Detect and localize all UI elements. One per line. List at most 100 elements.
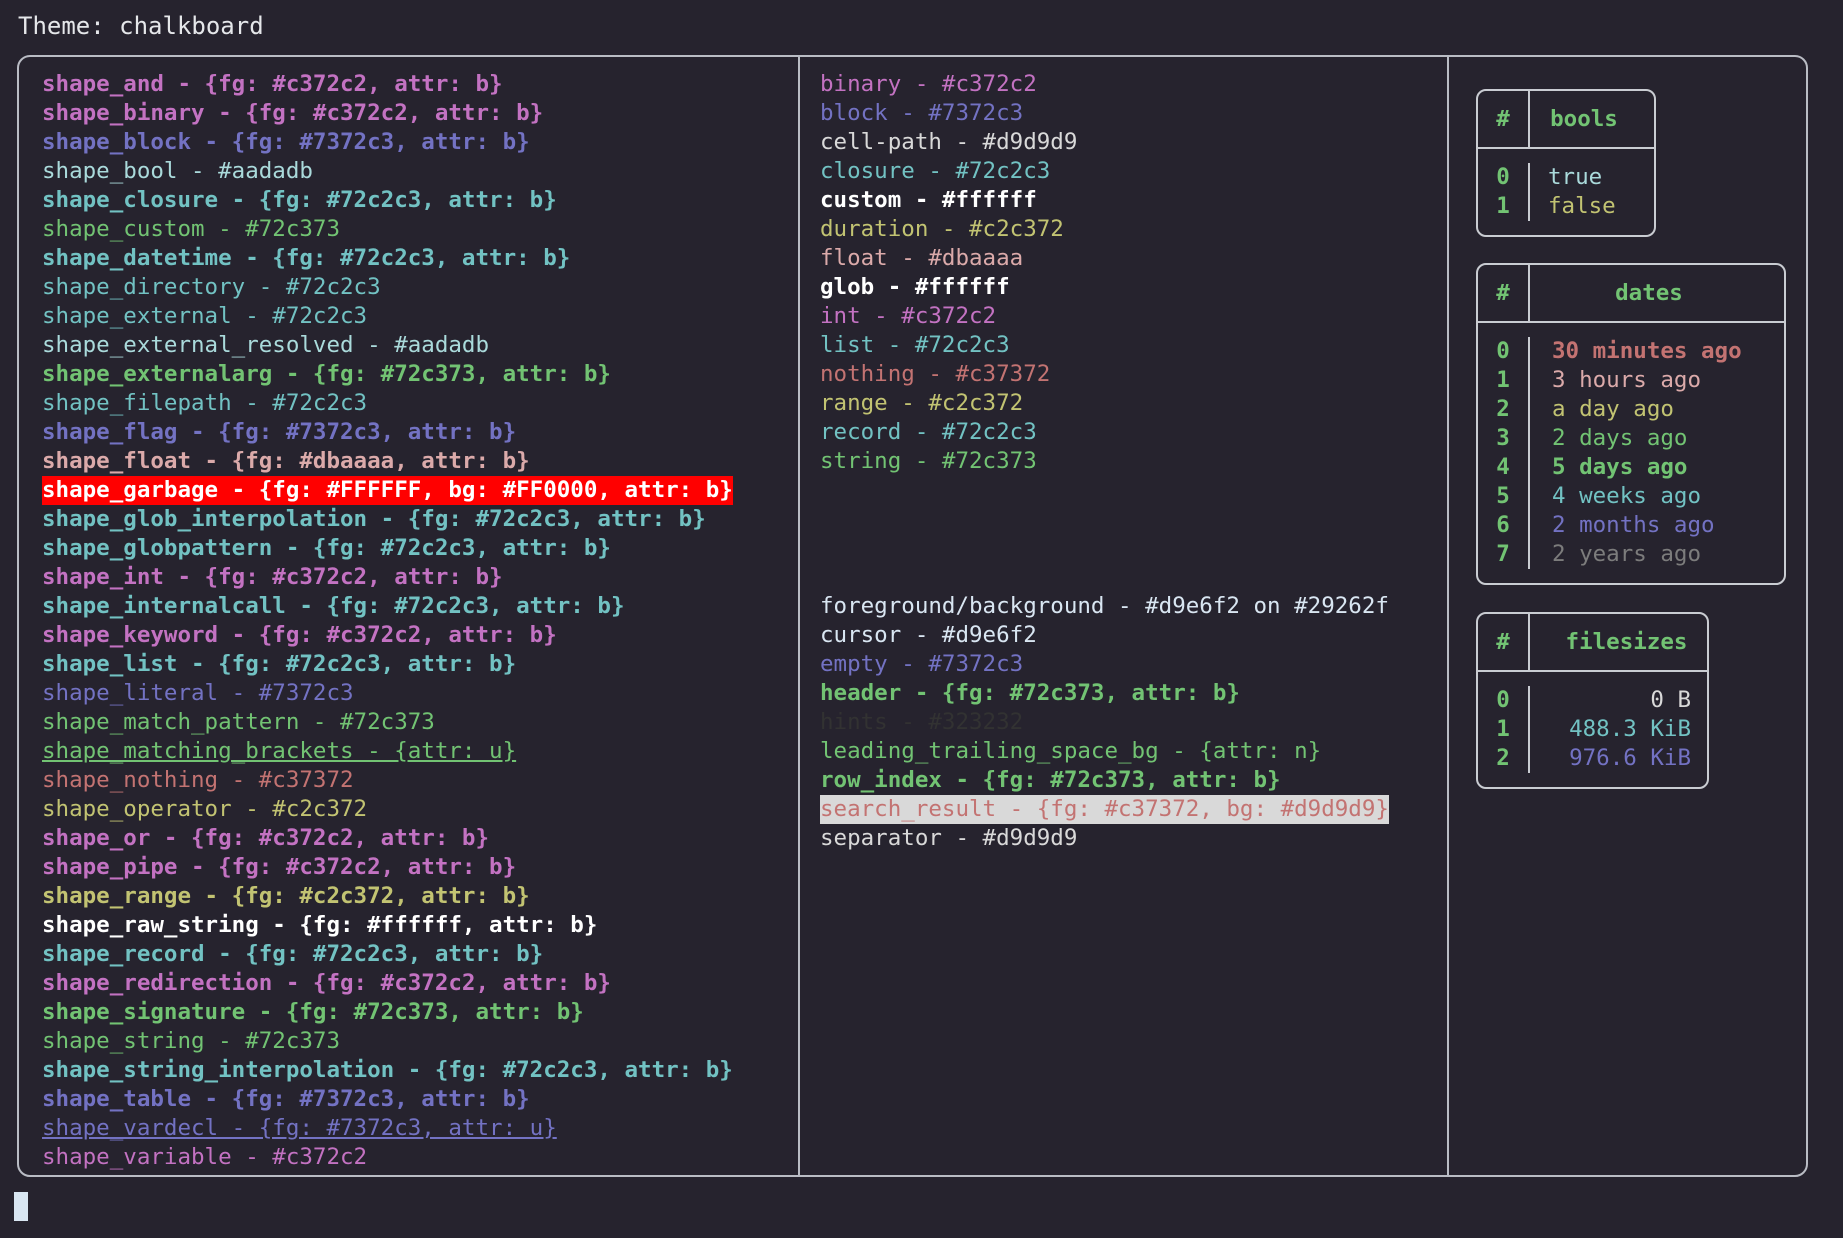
cell-index: 2 [1478, 744, 1530, 773]
shape-row: shape_variable - #c372c2 [42, 1144, 368, 1170]
ui-element-row: hints - #323232 [820, 709, 1024, 735]
type-row: int - #c372c2 [820, 303, 997, 329]
table-header-row: # bools [1478, 91, 1654, 149]
type-line: float - #dbaaaa [820, 244, 1077, 273]
ui-element-line: separator - #d9d9d9 [820, 824, 1389, 853]
ui-element-line: empty - #7372c3 [820, 650, 1389, 679]
panel-divider-1 [798, 57, 800, 1175]
shape-row: shape_signature - {fg: #72c373, attr: b} [42, 999, 584, 1025]
table-body: 0 30 minutes ago 1 3 hours ago 2 a day ago 3 2 … [1478, 323, 1784, 583]
ui-element-row: search_result - {fg: #c37372, bg: #d9d9d… [820, 795, 1389, 824]
shape-row: shape_record - {fg: #72c2c3, attr: b} [42, 941, 544, 967]
ui-element-row: cursor - #d9e6f2 [820, 622, 1037, 648]
table-row: 1 3 hours ago [1478, 366, 1784, 395]
shape-line: shape_int - {fg: #c372c2, attr: b} [42, 563, 733, 592]
shape-row: shape_string - #72c373 [42, 1028, 341, 1054]
type-row: duration - #c2c372 [820, 216, 1064, 242]
type-line: glob - #ffffff [820, 273, 1077, 302]
type-row: record - #72c2c3 [820, 419, 1037, 445]
shape-row: shape_flag - {fg: #7372c3, attr: b} [42, 419, 517, 445]
type-line: custom - #ffffff [820, 186, 1077, 215]
shape-line: shape_float - {fg: #dbaaaa, attr: b} [42, 447, 733, 476]
ui-element-row: leading_trailing_space_bg - {attr: n} [820, 738, 1322, 764]
table-row: 4 5 days ago [1478, 453, 1784, 482]
shape-line: shape_filepath - #72c2c3 [42, 389, 733, 418]
column-header-index: # [1478, 265, 1530, 321]
shape-line: shape_match_pattern - #72c373 [42, 708, 733, 737]
table-row: 1 false [1478, 192, 1654, 221]
shape-line: shape_and - {fg: #c372c2, attr: b} [42, 70, 733, 99]
ui-element-line: header - {fg: #72c373, attr: b} [820, 679, 1389, 708]
types-column: binary - #c372c2 block - #7372c3 cell-path… [820, 70, 1077, 476]
shape-line: shape_string - #72c373 [42, 1027, 733, 1056]
shape-line: shape_binary - {fg: #c372c2, attr: b} [42, 99, 733, 128]
shape-row: shape_bool - #aadadb [42, 158, 313, 184]
shape-line: shape_list - {fg: #72c2c3, attr: b} [42, 650, 733, 679]
cell-index: 1 [1478, 715, 1530, 744]
shape-line: shape_custom - #72c373 [42, 215, 733, 244]
shape-line: shape_table - {fg: #7372c3, attr: b} [42, 1085, 733, 1114]
terminal-screen: Theme: chalkboard shape_and - {fg: #c372… [0, 0, 1843, 1238]
cell-index: 1 [1478, 192, 1530, 221]
table-dates: # dates 0 30 minutes ago 1 3 hours ago 2 a day … [1476, 263, 1786, 585]
shapes-column: shape_and - {fg: #c372c2, attr: b} shape_… [42, 70, 733, 1172]
cell-index: 2 [1478, 395, 1530, 424]
column-header-index: # [1478, 614, 1530, 670]
shape-row: shape_externalarg - {fg: #72c373, attr: … [42, 361, 611, 387]
shape-line: shape_bool - #aadadb [42, 157, 733, 186]
table-header-row: # dates [1478, 265, 1784, 323]
type-row: closure - #72c2c3 [820, 158, 1051, 184]
table-row: 3 2 days ago [1478, 424, 1784, 453]
shape-line: shape_variable - #c372c2 [42, 1143, 733, 1172]
shape-line: shape_raw_string - {fg: #ffffff, attr: b… [42, 911, 733, 940]
shape-row: shape_and - {fg: #c372c2, attr: b} [42, 71, 503, 97]
type-row: float - #dbaaaa [820, 245, 1024, 271]
cell-index: 5 [1478, 482, 1530, 511]
type-line: string - #72c373 [820, 447, 1077, 476]
cell-index: 7 [1478, 540, 1530, 569]
ui-element-line: foreground/background - #d9e6f2 on #2926… [820, 592, 1389, 621]
shape-row: shape_float - {fg: #dbaaaa, attr: b} [42, 448, 530, 474]
table-filesizes: # filesizes 0 0 B 1 488.3 KiB 2 976.6 KiB [1476, 612, 1709, 789]
shape-row: shape_internalcall - {fg: #72c2c3, attr:… [42, 593, 625, 619]
table-row: 0 30 minutes ago [1478, 337, 1784, 366]
table-row: 5 4 weeks ago [1478, 482, 1784, 511]
shape-row: shape_filepath - #72c2c3 [42, 390, 368, 416]
type-line: record - #72c2c3 [820, 418, 1077, 447]
table-row: 2 976.6 KiB [1478, 744, 1707, 773]
cell-value: a day ago [1552, 396, 1674, 422]
shape-row: shape_garbage - {fg: #FFFFFF, bg: #FF000… [42, 476, 733, 505]
type-row: custom - #ffffff [820, 187, 1037, 213]
type-row: glob - #ffffff [820, 274, 1010, 300]
shape-row: shape_external_resolved - #aadadb [42, 332, 490, 358]
cell-value: 2 years ago [1552, 541, 1702, 567]
shape-line: shape_operator - #c2c372 [42, 795, 733, 824]
cell-index: 1 [1478, 366, 1530, 395]
ui-element-row: separator - #d9d9d9 [820, 825, 1078, 851]
shape-row: shape_list - {fg: #72c2c3, attr: b} [42, 651, 517, 677]
type-line: int - #c372c2 [820, 302, 1077, 331]
shape-row: shape_keyword - {fg: #c372c2, attr: b} [42, 622, 557, 648]
column-header-value: filesizes [1565, 628, 1688, 655]
shape-line: shape_nothing - #c37372 [42, 766, 733, 795]
shape-row: shape_redirection - {fg: #c372c2, attr: … [42, 970, 611, 996]
shape-line: shape_flag - {fg: #7372c3, attr: b} [42, 418, 733, 447]
cell-value: false [1548, 193, 1616, 219]
shape-row: shape_match_pattern - #72c373 [42, 709, 435, 735]
shape-row: shape_closure - {fg: #72c2c3, attr: b} [42, 187, 557, 213]
cell-value: true [1548, 164, 1603, 190]
shape-line: shape_garbage - {fg: #FFFFFF, bg: #FF000… [42, 476, 733, 505]
type-line: closure - #72c2c3 [820, 157, 1077, 186]
shape-line: shape_external_resolved - #aadadb [42, 331, 733, 360]
shape-line: shape_directory - #72c2c3 [42, 273, 733, 302]
cell-index: 6 [1478, 511, 1530, 540]
ui-element-row: empty - #7372c3 [820, 651, 1024, 677]
shape-line: shape_closure - {fg: #72c2c3, attr: b} [42, 186, 733, 215]
table-row: 0 true [1478, 163, 1654, 192]
ui-element-line: hints - #323232 [820, 708, 1389, 737]
shape-line: shape_or - {fg: #c372c2, attr: b} [42, 824, 733, 853]
shape-line: shape_internalcall - {fg: #72c2c3, attr:… [42, 592, 733, 621]
column-header-index: # [1478, 91, 1530, 147]
shape-line: shape_string_interpolation - {fg: #72c2c… [42, 1056, 733, 1085]
shape-line: shape_externalarg - {fg: #72c373, attr: … [42, 360, 733, 389]
